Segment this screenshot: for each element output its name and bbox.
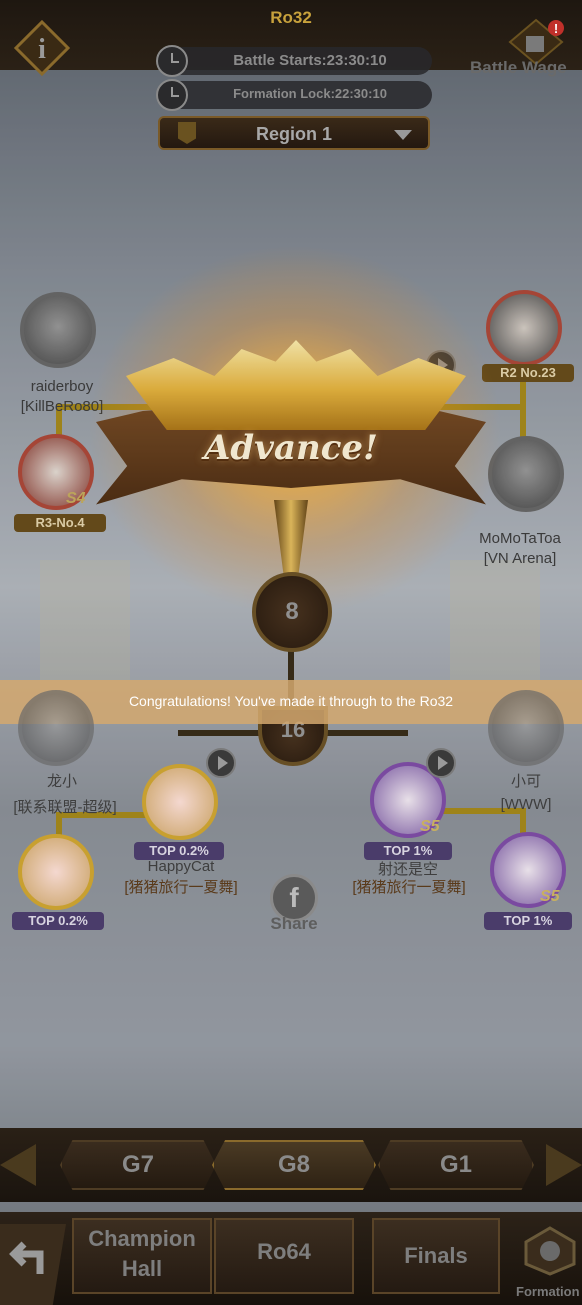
ro64-tab[interactable]: Ro64 [214,1218,354,1294]
group-tab-current[interactable]: G8 [212,1140,376,1190]
back-arrow-icon [9,1241,44,1274]
player-name: 小可 [510,773,541,790]
formation-lock-timer: Formation Lock:22:30:10 [156,79,432,111]
info-icon: i [13,19,71,77]
finals-tab[interactable]: Finals [372,1218,500,1294]
player-avatar[interactable] [18,834,94,910]
group-tab-prev[interactable]: G7 [60,1140,216,1190]
battle-starts-timer: Battle Starts:23:30:10 [156,45,432,77]
formation-button[interactable]: Formation [514,1224,582,1305]
replay-play-icon[interactable] [426,748,456,778]
replay-play-icon[interactable] [206,748,236,778]
player-avatar[interactable] [18,690,94,766]
region-label: Region 1 [255,124,332,144]
player-guild: [猪猪旅行一夏舞] [124,879,238,896]
formation-icon [524,1226,576,1276]
svg-text:!: ! [554,21,558,36]
svg-text:i: i [38,34,46,65]
battle-starts-text: Battle Starts:23:30:10 [233,52,387,69]
player-name: HappyCat [147,858,215,875]
player-name: 龙小 [46,773,77,790]
formation-lock-text: Formation Lock:22:30:10 [233,86,387,101]
tier-label: S5 [540,888,560,905]
tier-label: S5 [420,818,440,835]
region-select[interactable]: Region 1 [158,116,430,150]
chevron-down-icon [394,130,412,140]
group-tab-next[interactable]: G1 [378,1140,534,1190]
battle-wager-label[interactable]: Battle Wage [470,58,582,78]
rank-badge: TOP 1% [484,912,572,930]
player-avatar[interactable] [142,764,218,840]
player-avatar[interactable] [488,690,564,766]
player-guild: [猪猪旅行一夏舞] [352,879,466,896]
player-guild: [联系联盟-超级] [13,799,117,816]
champion-hall-label-2: Hall [121,1256,163,1281]
player-guild: [WWW] [500,796,552,813]
overlay-dim [0,0,582,1305]
rank-badge: TOP 0.2% [12,912,104,930]
share-label[interactable]: Share [258,914,330,934]
formation-label: Formation [516,1284,580,1299]
clock-icon [156,79,188,111]
clock-icon [156,45,188,77]
champion-hall-tab[interactable]: Champion Hall [72,1218,212,1294]
champion-hall-label-1: Champion [88,1226,196,1251]
info-button[interactable]: i [13,19,71,77]
